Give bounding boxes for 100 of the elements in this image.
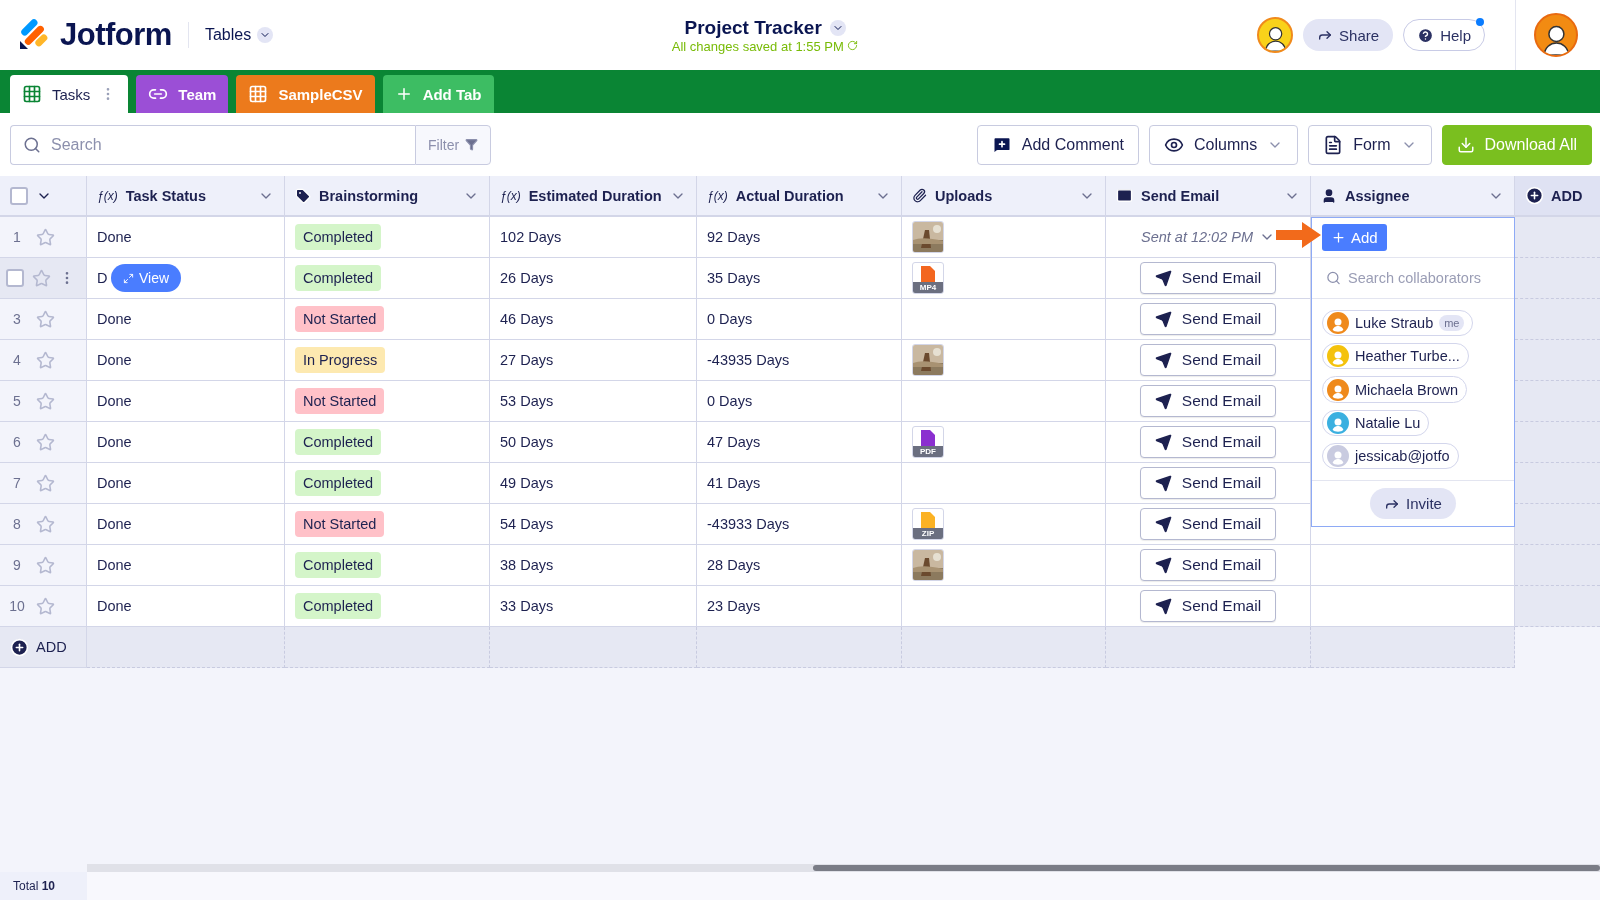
file-type-label: PDF [913,446,943,457]
column-title[interactable]: Uploads [935,187,1071,204]
star-icon[interactable] [36,391,55,411]
send-icon [1154,474,1172,492]
horizontal-scrollbar[interactable] [87,864,1600,872]
add-assignee-button[interactable]: Add [1322,224,1387,251]
table-cell: 102 Days [490,217,697,258]
paperclip-icon [912,188,927,203]
table-cell: 35 Days [697,258,902,299]
collaborator-search-field[interactable]: Search collaborators [1312,257,1514,299]
row-number: 1 [12,229,22,245]
save-status: All changes saved at 1:55 PM [671,38,859,54]
table-cell: Done [87,340,285,381]
grid-icon [248,84,269,104]
toolbar-button[interactable]: Form [1308,124,1432,165]
help-icon [1417,26,1435,44]
row-total: Total 10 [0,872,87,900]
star-icon[interactable] [36,473,55,493]
star-icon[interactable] [36,432,55,452]
send-email-button[interactable]: Send Email [1139,262,1277,294]
person-icon [1321,187,1337,204]
send-email-button[interactable]: Send Email [1139,549,1277,581]
row-number: 6 [12,434,22,450]
send-icon [1154,433,1172,451]
tab[interactable]: Tasks [10,75,129,113]
send-email-button[interactable]: Send Email [1139,344,1277,376]
table-cell: 41 Days [697,463,902,504]
refresh-icon [847,39,859,51]
table-cell: 28 Days [697,545,902,586]
column-title[interactable]: Assignee [1345,187,1480,204]
send-icon [1154,392,1172,410]
expand-icon [123,272,134,284]
view-button[interactable]: View [111,264,182,292]
status-tag: Not Started [295,511,385,537]
add-column-button[interactable]: ADD [1525,186,1583,205]
column-title[interactable]: Task Status [125,187,250,204]
column-title[interactable]: Send Email [1141,187,1276,204]
toolbar-button[interactable]: Columns [1149,124,1299,165]
filter-icon [465,138,479,151]
send-icon [1154,556,1172,574]
star-icon[interactable] [36,350,55,370]
star-icon[interactable] [36,555,55,575]
sent-status: Sent at 12:02 PM [1140,229,1253,245]
star-icon[interactable] [36,309,55,329]
invite-button[interactable]: Invite [1370,488,1456,519]
file-type-label: MP4 [913,282,943,293]
me-tag: me [1439,315,1465,332]
project-title[interactable]: Project Tracker [684,16,846,39]
table-cell: 38 Days [490,545,697,586]
status-tag: In Progress [295,347,386,373]
toolbar-button[interactable]: Add Comment [976,124,1140,165]
table-cell: 27 Days [490,340,697,381]
status-tag: Completed [295,593,382,619]
table-cell: 0 Days [697,299,902,340]
table-cell: Done [87,217,285,258]
table-cell: 50 Days [490,422,697,463]
row-checkbox[interactable] [6,269,24,287]
send-email-button[interactable]: Send Email [1139,508,1277,540]
column-title[interactable]: Estimated Duration [528,187,662,204]
plus-icon [1331,230,1346,245]
grid-icon [22,84,42,104]
help-button[interactable]: Help [1403,19,1485,51]
add-row-button[interactable]: ADD [10,637,67,657]
select-all-checkbox[interactable] [10,186,28,205]
send-icon [1154,351,1172,369]
tab[interactable]: Team [136,75,229,113]
tables-menu[interactable]: Tables [204,26,274,44]
send-email-button[interactable]: Send Email [1139,590,1277,622]
send-email-button[interactable]: Send Email [1139,303,1277,335]
column-title[interactable]: Actual Duration [735,187,867,204]
chevron-down-icon [257,27,274,43]
send-email-button[interactable]: Send Email [1139,385,1277,417]
send-email-button[interactable]: Send Email [1139,426,1277,458]
row-number: 7 [12,475,22,491]
arrow-drawing [1276,220,1322,250]
status-tag: Not Started [295,306,385,332]
star-icon[interactable] [32,268,51,288]
table-cell: 47 Days [697,422,902,463]
star-icon[interactable] [36,596,55,616]
search-icon [1326,270,1341,286]
file-type-label: ZIP [913,528,943,539]
send-icon [1154,515,1172,533]
function-icon: ƒ(x) [707,188,728,203]
status-tag: Not Started [295,388,385,414]
table-cell: 46 Days [490,299,697,340]
share-button[interactable]: Share [1303,19,1394,51]
table-cell: 0 Days [697,381,902,422]
row-number: 9 [12,557,22,573]
star-icon[interactable] [36,227,55,247]
star-icon[interactable] [36,514,55,534]
plus-circle-icon [1525,186,1544,205]
status-tag: Completed [295,470,382,496]
plus-circle-icon [10,637,29,657]
search-field[interactable]: Search [10,124,415,165]
table-cell: 26 Days [490,258,697,299]
send-icon [1154,269,1172,287]
table-cell: Done [87,381,285,422]
column-title[interactable]: Brainstorming [319,187,455,204]
send-email-button[interactable]: Send Email [1139,467,1277,499]
status-tag: Completed [295,429,382,455]
